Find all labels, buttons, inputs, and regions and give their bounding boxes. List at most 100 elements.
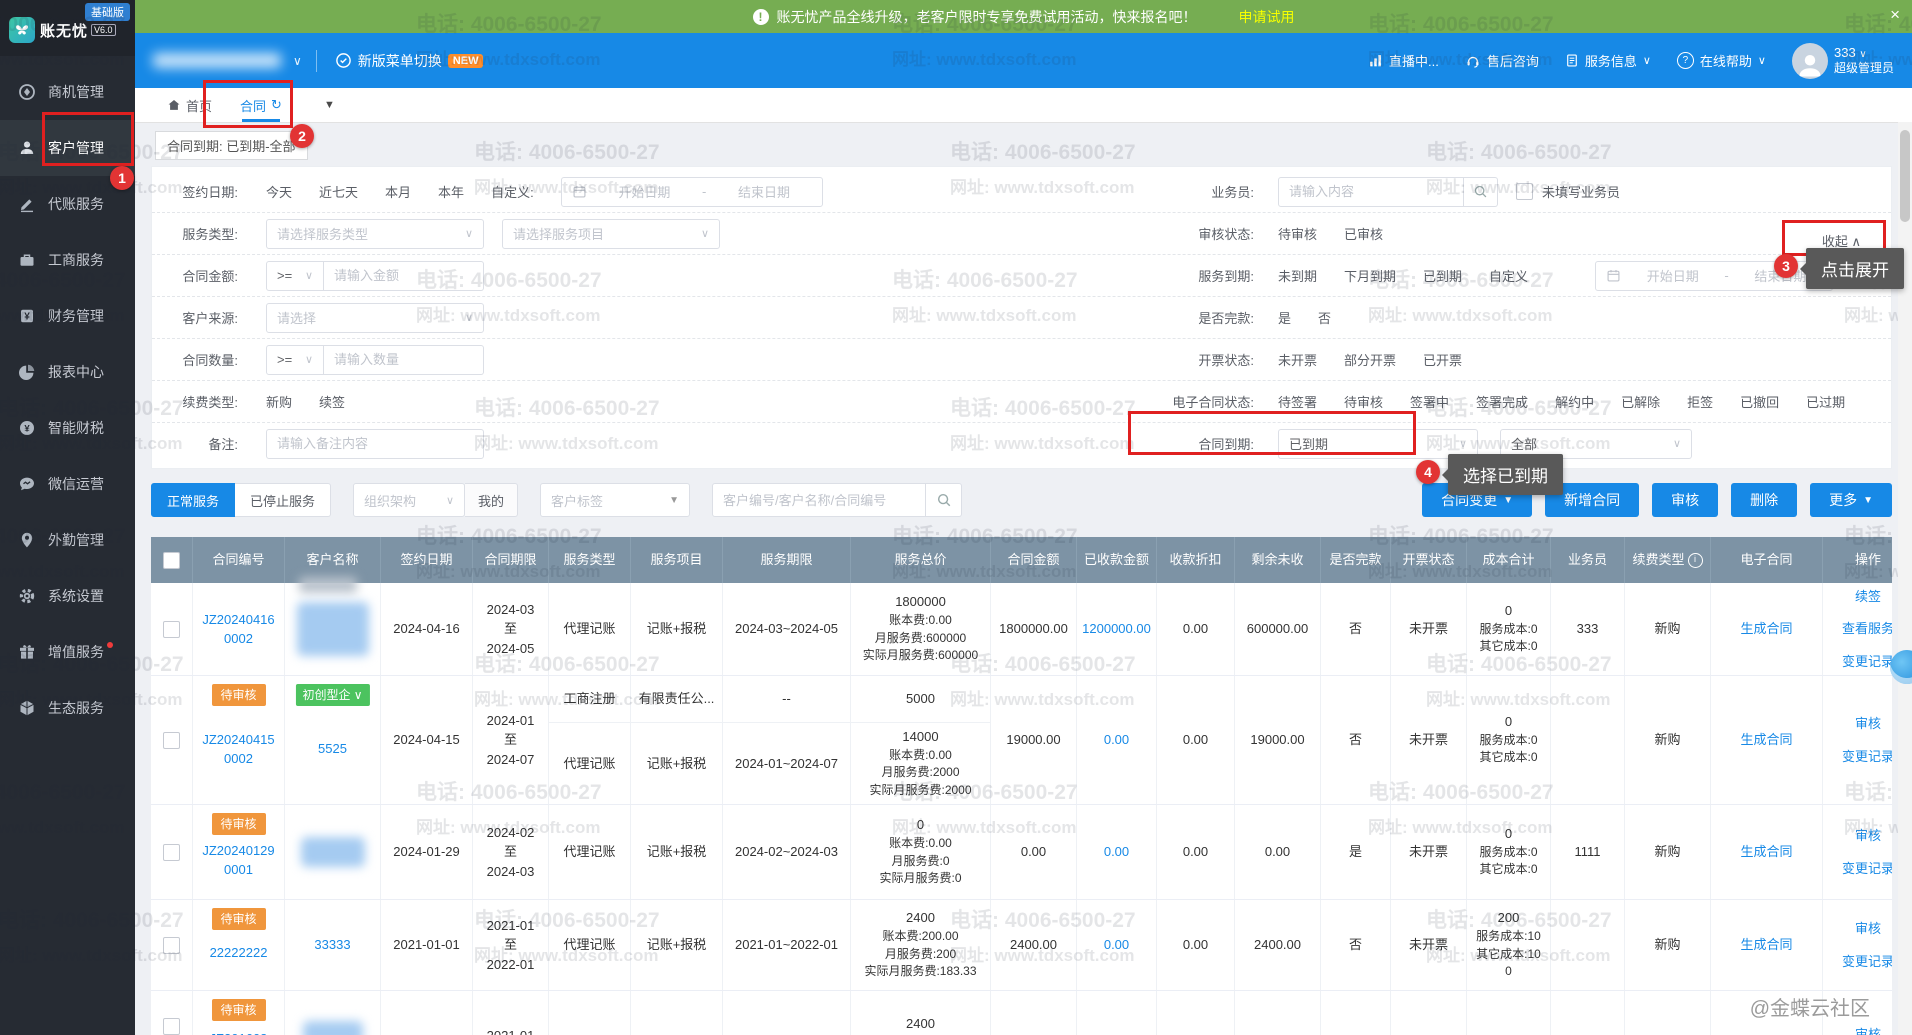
contract-number-link[interactable]: 22222222: [210, 943, 268, 963]
col-header[interactable]: 合同期限: [473, 537, 549, 583]
stopped-service-tab[interactable]: 已停止服务: [235, 483, 331, 517]
salesman-input[interactable]: [1278, 177, 1464, 207]
action-change-log-link[interactable]: 变更记录: [1842, 747, 1892, 767]
action-renew-link[interactable]: 续签: [1842, 587, 1892, 607]
sidebar-item-reports[interactable]: 报表中心: [0, 344, 135, 400]
row-checkbox[interactable]: [163, 844, 180, 861]
normal-service-tab[interactable]: 正常服务: [151, 483, 235, 517]
user-menu[interactable]: 333 ∨ 超级管理员: [1792, 43, 1894, 79]
action-audit-link[interactable]: 审核: [1842, 826, 1892, 846]
filter-option[interactable]: 未开票: [1278, 350, 1317, 369]
service-type-select[interactable]: 请选择服务类型∨: [266, 219, 484, 249]
filter-option[interactable]: 续签: [319, 392, 345, 411]
row-checkbox[interactable]: [163, 937, 180, 954]
blurred-customer-name[interactable]: [301, 837, 365, 867]
row-checkbox[interactable]: [163, 732, 180, 749]
filter-option[interactable]: 近七天: [319, 182, 358, 201]
contract-number-link[interactable]: JZ202404150002: [202, 730, 276, 769]
col-header[interactable]: 已收款金额: [1077, 537, 1157, 583]
customer-name-link[interactable]: 5525: [318, 739, 347, 759]
col-header[interactable]: 开票状态: [1391, 537, 1467, 583]
live-menu-item[interactable]: 直播中...: [1368, 51, 1439, 70]
filter-option[interactable]: 新购: [266, 392, 292, 411]
sidebar-item-valueadded[interactable]: 增值服务: [0, 624, 135, 680]
col-header[interactable]: 合同编号: [193, 537, 285, 583]
sidebar-item-finance[interactable]: ¥ 财务管理: [0, 288, 135, 344]
filter-option[interactable]: 待审核: [1344, 392, 1383, 411]
action-change-log-link[interactable]: 变更记录: [1842, 952, 1892, 972]
blurred-customer-name[interactable]: [297, 602, 369, 656]
filter-option[interactable]: 已到期: [1423, 266, 1462, 285]
contract-number-link[interactable]: JZ202404160002: [202, 610, 276, 649]
filter-option[interactable]: 自定义: [1489, 266, 1528, 285]
filter-option[interactable]: 已审核: [1344, 224, 1383, 243]
col-header[interactable]: 成本合计: [1467, 537, 1551, 583]
filter-option[interactable]: 本年: [438, 182, 464, 201]
customer-source-select[interactable]: 请选择∨: [266, 303, 484, 333]
audit-button[interactable]: 审核: [1652, 483, 1718, 517]
filter-option[interactable]: 否: [1318, 308, 1331, 327]
count-operator-select[interactable]: >=∨: [266, 345, 324, 375]
tab-menu-caret-icon[interactable]: ▼: [324, 99, 335, 111]
received-amount-link[interactable]: 0.00: [1104, 730, 1129, 750]
row-checkbox[interactable]: [163, 1018, 180, 1035]
company-selector[interactable]: [153, 53, 281, 68]
customer-name-link[interactable]: 33333: [314, 935, 350, 955]
sidebar-item-field[interactable]: 外勤管理: [0, 512, 135, 568]
action-audit-link[interactable]: 审核: [1855, 1025, 1881, 1035]
filter-option[interactable]: 已过期: [1806, 392, 1845, 411]
blurred-customer-name[interactable]: [303, 1021, 363, 1035]
customer-tag-select[interactable]: 客户标签▼: [540, 483, 690, 517]
contract-number-link[interactable]: JZ202401290001: [202, 841, 276, 880]
col-header[interactable]: 服务总价: [851, 537, 991, 583]
sidebar-item-settings[interactable]: 系统设置: [0, 568, 135, 624]
amount-operator-select[interactable]: >=∨: [266, 261, 324, 291]
filter-option[interactable]: 自定义:: [491, 182, 534, 201]
filter-option[interactable]: 已开票: [1423, 350, 1462, 369]
col-header[interactable]: 剩余未收: [1235, 537, 1321, 583]
remark-input[interactable]: [266, 429, 484, 459]
action-change-log-link[interactable]: 变更记录: [1842, 652, 1892, 672]
filter-option[interactable]: 拒签: [1687, 392, 1713, 411]
filter-option[interactable]: 签署完成: [1476, 392, 1528, 411]
col-header[interactable]: 续费类型i: [1625, 537, 1711, 583]
chevron-down-icon[interactable]: ∨: [293, 54, 302, 68]
col-header[interactable]: 服务类型: [549, 537, 631, 583]
col-header[interactable]: 业务员: [1551, 537, 1625, 583]
select-all-checkbox[interactable]: [163, 552, 180, 569]
received-amount-link[interactable]: 1200000.00: [1080, 619, 1154, 639]
action-audit-link[interactable]: 审核: [1842, 714, 1892, 734]
mine-button[interactable]: 我的: [465, 483, 518, 517]
action-change-log-link[interactable]: 变更记录: [1842, 859, 1892, 879]
sidebar-item-business[interactable]: 工商服务: [0, 232, 135, 288]
amount-input[interactable]: [324, 261, 484, 291]
customer-type-tag[interactable]: 初创型企 ∨: [295, 684, 369, 706]
scrollbar-thumb[interactable]: [1900, 130, 1910, 222]
generate-contract-link[interactable]: 生成合同: [1740, 730, 1792, 750]
active-filter-tag[interactable]: 合同到期: 已到期-全部: [155, 131, 308, 160]
received-amount-link[interactable]: 0.00: [1104, 842, 1129, 862]
filter-option[interactable]: 本月: [385, 182, 411, 201]
filter-option[interactable]: 待审核: [1278, 224, 1317, 243]
service-info-menu-item[interactable]: 服务信息 ∨: [1565, 51, 1651, 70]
sign-date-range-picker[interactable]: 开始日期 - 结束日期: [561, 177, 823, 207]
generate-contract-link[interactable]: 生成合同: [1740, 842, 1792, 862]
menu-switch-button[interactable]: 新版菜单切换 NEW: [335, 51, 484, 71]
filter-option[interactable]: 待签署: [1278, 392, 1317, 411]
col-header[interactable]: 是否完款: [1321, 537, 1391, 583]
col-header[interactable]: 合同金额: [991, 537, 1077, 583]
count-input[interactable]: [324, 345, 484, 375]
filter-option[interactable]: 今天: [266, 182, 292, 201]
banner-apply-link[interactable]: 申请试用: [1239, 7, 1295, 27]
aftersale-menu-item[interactable]: 售后咨询: [1465, 51, 1539, 70]
filter-option[interactable]: 未到期: [1278, 266, 1317, 285]
col-header[interactable]: 服务期限: [723, 537, 851, 583]
action-view-service-link[interactable]: 查看服务: [1842, 619, 1892, 639]
org-select[interactable]: 组织架构∨: [353, 483, 465, 517]
service-item-select[interactable]: 请选择服务项目∨: [502, 219, 720, 249]
customer-search-input[interactable]: [712, 483, 926, 517]
filter-option[interactable]: 是: [1278, 308, 1291, 327]
generate-contract-link[interactable]: 生成合同: [1740, 619, 1792, 639]
close-icon[interactable]: ×: [1890, 5, 1900, 25]
sidebar-item-ecosystem[interactable]: 生态服务: [0, 680, 135, 736]
